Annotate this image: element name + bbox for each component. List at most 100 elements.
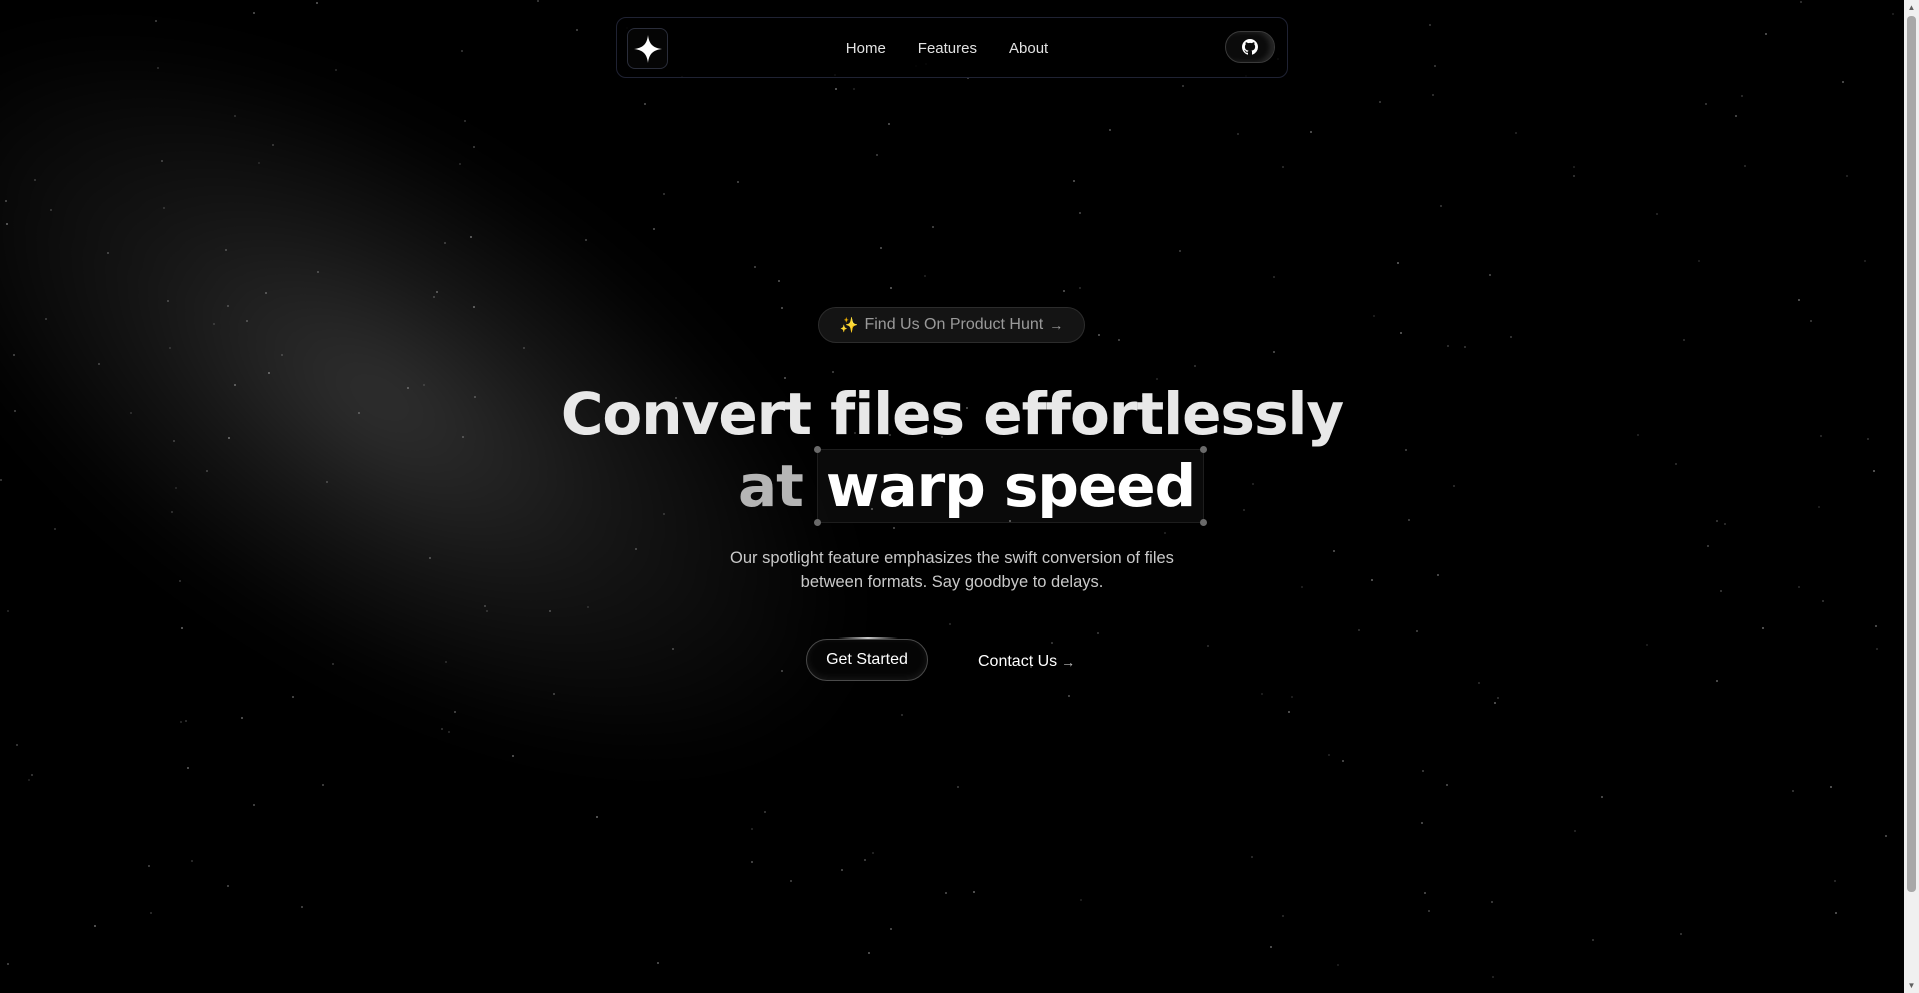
vertical-scrollbar[interactable]: ▲ ▼ — [1904, 0, 1919, 993]
subtitle-line-2: between formats. Say goodbye to delays. — [800, 573, 1104, 591]
star — [1810, 320, 1812, 322]
star — [1408, 519, 1410, 521]
star — [751, 828, 753, 830]
selection-handle — [1200, 446, 1208, 453]
star — [185, 720, 187, 722]
star — [893, 527, 895, 529]
star — [473, 306, 475, 308]
star — [1835, 912, 1837, 914]
star — [433, 296, 435, 298]
github-button[interactable] — [1225, 31, 1275, 63]
star — [180, 721, 182, 723]
star — [1051, 642, 1053, 644]
star — [1243, 509, 1245, 511]
star — [187, 767, 189, 769]
star — [832, 371, 834, 373]
star — [1063, 290, 1065, 292]
star — [751, 861, 753, 863]
star — [484, 605, 486, 607]
star — [1573, 166, 1575, 168]
selection-handle — [813, 519, 821, 526]
star — [1656, 213, 1658, 215]
star — [268, 372, 270, 374]
star — [459, 163, 461, 165]
star — [1515, 132, 1517, 134]
star — [171, 511, 173, 513]
star — [1741, 95, 1743, 97]
badge-label: Find Us On Product Hunt — [864, 316, 1044, 333]
star — [1073, 180, 1075, 182]
star — [246, 320, 248, 322]
star — [1273, 276, 1275, 278]
star — [234, 115, 236, 117]
nav-link-home[interactable]: Home — [846, 40, 886, 57]
star — [1416, 630, 1418, 632]
star — [107, 252, 109, 254]
star — [253, 804, 255, 806]
star — [523, 347, 525, 349]
star — [16, 744, 18, 746]
star — [5, 200, 7, 202]
contact-us-link[interactable]: Contact Us → — [978, 651, 1075, 673]
arrow-right-icon: → — [1049, 317, 1064, 333]
star — [957, 786, 959, 788]
star — [1179, 250, 1181, 252]
star — [784, 377, 786, 379]
star — [1379, 101, 1381, 103]
star — [155, 20, 157, 22]
scroll-up-arrow-icon[interactable]: ▲ — [1904, 0, 1919, 15]
star — [34, 179, 36, 181]
star — [1282, 915, 1284, 917]
star — [1273, 351, 1275, 353]
star — [444, 242, 446, 244]
star — [1207, 645, 1209, 647]
star — [537, 0, 539, 2]
get-started-button[interactable]: Get Started — [806, 639, 928, 681]
star — [1428, 910, 1430, 912]
star — [576, 29, 578, 31]
star — [672, 648, 674, 650]
star — [644, 103, 646, 105]
star — [148, 865, 150, 867]
scroll-down-arrow-icon[interactable]: ▼ — [1904, 978, 1919, 993]
star — [781, 307, 783, 309]
star — [1109, 129, 1111, 131]
star — [932, 226, 934, 228]
star — [949, 623, 951, 625]
star — [973, 891, 975, 893]
star — [1080, 899, 1082, 901]
star — [316, 2, 318, 4]
star — [1288, 711, 1290, 713]
star — [778, 280, 780, 282]
star — [1842, 81, 1844, 83]
star — [1885, 835, 1887, 837]
star — [150, 912, 152, 914]
star — [54, 528, 56, 530]
star — [227, 885, 229, 887]
star — [1876, 648, 1878, 650]
star — [653, 228, 655, 230]
sparkles-icon: ✨ — [839, 317, 859, 334]
star — [1424, 892, 1426, 894]
star — [1892, 13, 1894, 15]
star — [872, 852, 874, 854]
star — [181, 627, 183, 629]
star — [28, 779, 30, 781]
star — [1400, 332, 1402, 334]
product-hunt-badge[interactable]: ✨ Find Us On Product Hunt → — [818, 307, 1085, 343]
star — [1491, 901, 1493, 903]
headline-line-2: at warp speed — [738, 446, 1208, 526]
nav-link-about[interactable]: About — [1009, 40, 1048, 57]
nav-links: Home Features About — [607, 18, 1287, 79]
star — [157, 67, 159, 69]
star — [1675, 463, 1677, 465]
star — [1397, 262, 1399, 264]
star — [1237, 133, 1239, 135]
nav-link-features[interactable]: Features — [918, 40, 977, 57]
star — [876, 154, 878, 156]
star — [1724, 523, 1726, 525]
scrollbar-thumb[interactable] — [1907, 16, 1916, 892]
star — [1422, 770, 1424, 772]
star — [7, 963, 9, 965]
star — [1164, 532, 1166, 534]
